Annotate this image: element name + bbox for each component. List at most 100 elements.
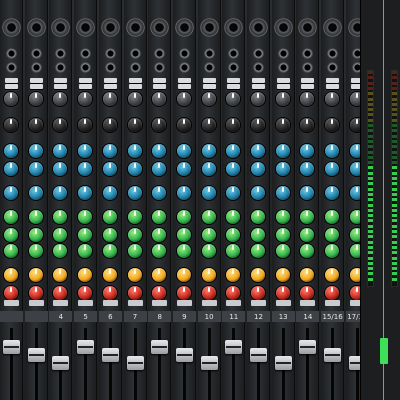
channel-knob[interactable] [152, 268, 167, 282]
channel-knob[interactable] [300, 162, 315, 176]
channel-fader[interactable] [101, 348, 119, 362]
channel-knob[interactable] [127, 92, 142, 106]
xlr-input-icon[interactable] [76, 18, 96, 37]
channel-knob[interactable] [275, 186, 290, 200]
channel-knob[interactable] [127, 286, 142, 300]
channel-knob[interactable] [325, 144, 340, 158]
channel-fader[interactable] [77, 340, 95, 354]
channel-knob[interactable] [300, 118, 315, 132]
channel-knob[interactable] [300, 228, 315, 242]
channel-knob[interactable] [325, 244, 340, 258]
channel-knob[interactable] [53, 244, 68, 258]
low-cut-button[interactable] [29, 84, 43, 89]
channel-knob[interactable] [226, 144, 241, 158]
channel-knob[interactable] [28, 210, 43, 224]
phantom-button[interactable] [5, 78, 18, 83]
channel-knob[interactable] [176, 210, 191, 224]
xlr-input-icon[interactable] [2, 18, 21, 37]
channel-knob[interactable] [28, 144, 43, 158]
channel-fader[interactable] [3, 340, 20, 354]
channel-knob[interactable] [127, 144, 142, 158]
channel-knob[interactable] [127, 162, 142, 176]
channel-knob[interactable] [275, 118, 290, 132]
channel-knob[interactable] [102, 210, 117, 224]
channel-fader[interactable] [27, 348, 45, 362]
channel-knob[interactable] [102, 268, 117, 282]
channel-knob[interactable] [300, 286, 315, 300]
channel-knob[interactable] [176, 118, 191, 132]
channel-knob[interactable] [275, 268, 290, 282]
channel-knob[interactable] [275, 244, 290, 258]
channel-knob[interactable] [28, 244, 43, 258]
mute-button[interactable] [325, 300, 341, 306]
channel-knob[interactable] [53, 268, 68, 282]
channel-knob[interactable] [251, 268, 265, 282]
channel-knob[interactable] [251, 118, 265, 132]
channel-knob[interactable] [53, 210, 68, 224]
channel-knob[interactable] [102, 144, 117, 158]
channel-knob[interactable] [53, 186, 68, 200]
phantom-button[interactable] [79, 78, 93, 83]
channel-knob[interactable] [226, 210, 241, 224]
channel-knob[interactable] [251, 228, 265, 242]
channel-knob[interactable] [102, 162, 117, 176]
channel-knob[interactable] [201, 92, 216, 106]
line-jack-icon[interactable] [327, 62, 339, 73]
channel-knob[interactable] [251, 162, 265, 176]
channel-knob[interactable] [251, 92, 265, 106]
channel-knob[interactable] [201, 118, 216, 132]
phantom-button[interactable] [128, 78, 142, 83]
channel-knob[interactable] [4, 228, 18, 242]
mute-button[interactable] [4, 300, 19, 306]
master-fader[interactable] [380, 338, 388, 364]
xlr-input-icon[interactable] [26, 18, 46, 37]
channel-knob[interactable] [176, 186, 191, 200]
channel-knob[interactable] [53, 286, 68, 300]
mute-button[interactable] [78, 300, 94, 306]
line-jack-icon[interactable] [277, 48, 289, 59]
xlr-input-icon[interactable] [51, 18, 71, 37]
channel-fader[interactable] [151, 340, 169, 354]
mute-button[interactable] [152, 300, 168, 306]
phantom-button[interactable] [29, 78, 43, 83]
channel-knob[interactable] [78, 210, 93, 224]
channel-knob[interactable] [152, 162, 167, 176]
channel-knob[interactable] [275, 144, 290, 158]
channel-knob[interactable] [300, 268, 315, 282]
channel-knob[interactable] [4, 286, 18, 300]
channel-knob[interactable] [251, 244, 265, 258]
line-jack-icon[interactable] [253, 62, 264, 73]
channel-knob[interactable] [78, 162, 93, 176]
xlr-input-icon[interactable] [100, 18, 120, 37]
low-cut-button[interactable] [153, 84, 167, 89]
mute-button[interactable] [176, 300, 192, 306]
mute-button[interactable] [275, 300, 291, 306]
line-jack-icon[interactable] [228, 48, 240, 59]
channel-knob[interactable] [275, 162, 290, 176]
xlr-input-icon[interactable] [249, 18, 268, 37]
channel-knob[interactable] [152, 144, 167, 158]
line-jack-icon[interactable] [302, 62, 314, 73]
channel-knob[interactable] [226, 286, 241, 300]
channel-knob[interactable] [251, 186, 265, 200]
channel-knob[interactable] [226, 118, 241, 132]
mute-button[interactable] [201, 300, 217, 306]
line-jack-icon[interactable] [178, 48, 190, 59]
channel-knob[interactable] [300, 144, 315, 158]
line-jack-icon[interactable] [55, 48, 67, 59]
channel-knob[interactable] [325, 268, 340, 282]
low-cut-button[interactable] [252, 84, 265, 89]
channel-knob[interactable] [300, 92, 315, 106]
line-jack-icon[interactable] [80, 62, 92, 73]
channel-knob[interactable] [226, 92, 241, 106]
channel-knob[interactable] [152, 286, 167, 300]
xlr-input-icon[interactable] [224, 18, 244, 37]
channel-knob[interactable] [28, 92, 43, 106]
line-jack-icon[interactable] [178, 62, 190, 73]
channel-knob[interactable] [152, 186, 167, 200]
xlr-input-icon[interactable] [323, 18, 343, 37]
channel-knob[interactable] [4, 118, 18, 132]
phantom-button[interactable] [54, 78, 68, 83]
phantom-button[interactable] [252, 78, 265, 83]
channel-knob[interactable] [78, 244, 93, 258]
